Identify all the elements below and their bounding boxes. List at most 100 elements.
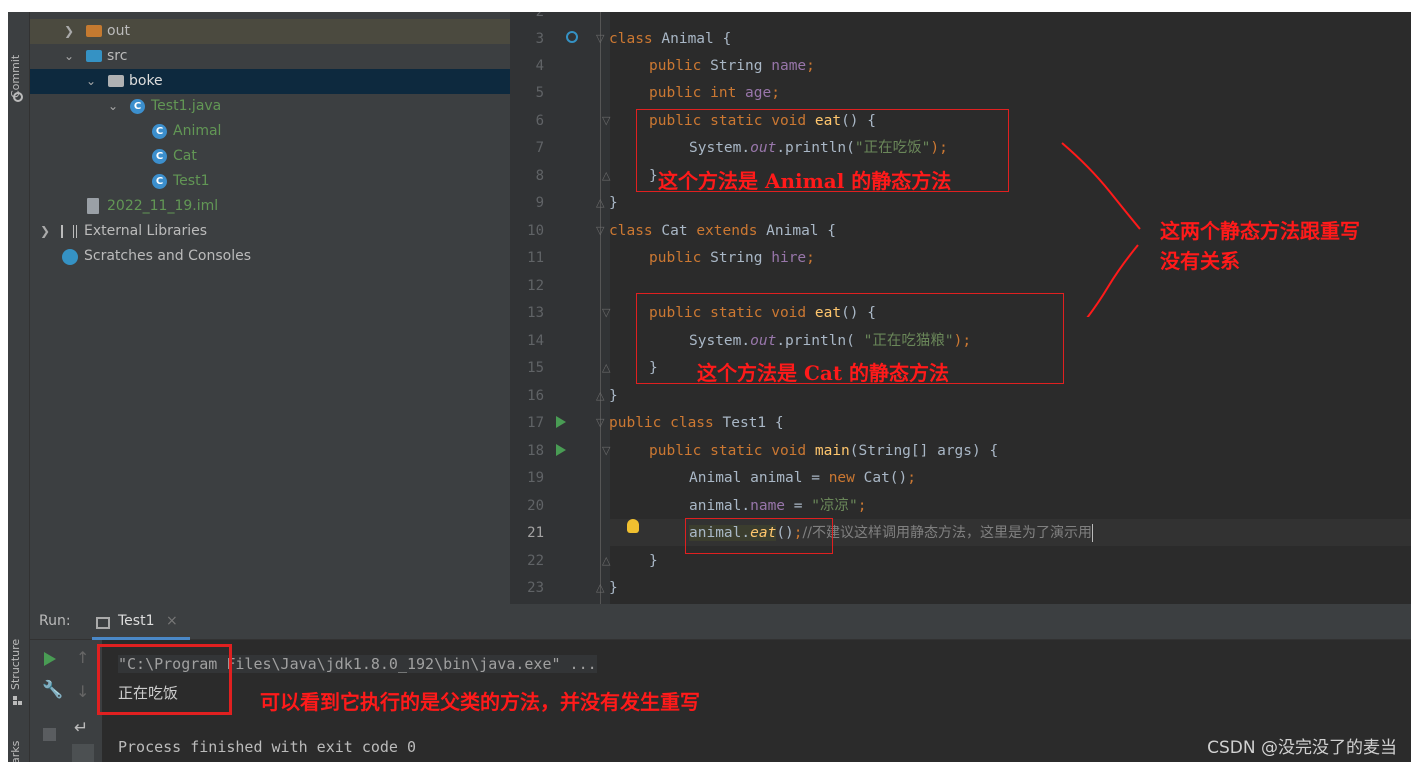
tree-item-animal[interactable]: C Animal	[30, 119, 510, 144]
chevron-down-icon[interactable]: ⌄	[84, 69, 98, 94]
line-number: 20	[527, 498, 544, 514]
line-number: 8	[535, 168, 544, 184]
code-editor[interactable]: 2 3 4 5 6 7 8 9 10 11 12 13 14 15 16 17 …	[510, 12, 1411, 604]
fold-icon[interactable]: △	[596, 581, 604, 594]
line-number: 5	[535, 85, 544, 101]
fold-icon[interactable]: △	[602, 554, 610, 567]
run-main-icon[interactable]	[556, 444, 566, 456]
tree-item-cat[interactable]: C Cat	[30, 144, 510, 169]
code-line-22: }	[649, 553, 658, 569]
chevron-right-icon[interactable]: ❯	[62, 19, 76, 44]
fold-icon[interactable]: △	[596, 389, 604, 402]
code-line-5: public int age;	[649, 85, 780, 101]
watermark: CSDN @没完没了的麦当	[1207, 738, 1397, 758]
fold-icon[interactable]: ▽	[602, 444, 610, 457]
wrench-icon[interactable]: 🔧	[42, 680, 63, 700]
line-number: 14	[527, 333, 544, 349]
fold-icon[interactable]: △	[596, 196, 604, 209]
chevron-down-icon[interactable]: ⌄	[62, 44, 76, 69]
animal-static-annotation: 这个方法是 Animal 的静态方法	[658, 169, 952, 193]
line-number: 3	[535, 31, 544, 47]
line-number-current: 21	[527, 525, 544, 541]
fold-icon[interactable]: △	[602, 361, 610, 374]
tree-item-label: 2022_11_19.iml	[107, 198, 219, 214]
code-line-11: public String hire;	[649, 250, 815, 266]
scroll-to-end-icon[interactable]	[72, 744, 94, 762]
tab-test1[interactable]: Test1 ×	[92, 608, 190, 640]
code-line-4: public String name;	[649, 58, 815, 74]
code-line-19: Animal animal = new Cat();	[689, 470, 917, 486]
class-icon: C	[152, 124, 167, 139]
runnable-class-icon: C	[152, 174, 167, 189]
run-panel: Run: Test1 × ↑ 🔧 ↓ ↵ "C:\Program Files\J…	[30, 604, 1411, 762]
eat-call-highlight-box	[685, 518, 833, 554]
code-line-9: }	[609, 195, 618, 211]
rerun-icon[interactable]	[44, 652, 56, 666]
text-caret	[1091, 524, 1093, 542]
code-line-17: public class Test1 {	[609, 415, 784, 431]
stop-icon[interactable]	[43, 728, 56, 741]
code-line-18: public static void main(String[] args) {	[649, 443, 999, 459]
line-number: 12	[527, 278, 544, 294]
project-panel: ❯ out ⌄ src ⌄ boke ⌄ C Test1.java C Anim…	[30, 12, 510, 604]
chevron-down-icon[interactable]: ⌄	[106, 94, 120, 119]
close-icon[interactable]: ×	[166, 613, 178, 629]
source-folder-icon	[86, 50, 102, 62]
line-number: 22	[527, 553, 544, 569]
tree-item-boke[interactable]: ⌄ boke	[30, 69, 510, 94]
line-number: 19	[527, 470, 544, 486]
left-tool-strip: Commit Structure arks	[8, 12, 30, 762]
tree-item-label: Animal	[173, 123, 222, 139]
implemented-marker-icon[interactable]	[566, 31, 578, 43]
tree-item-label: src	[107, 48, 128, 64]
up-arrow-icon[interactable]: ↑	[76, 648, 89, 667]
java-class-icon: C	[130, 99, 145, 114]
iml-file-icon	[87, 198, 99, 214]
structure-icon	[13, 696, 23, 706]
annotation-arrows	[1061, 142, 1141, 317]
package-icon	[108, 75, 124, 87]
run-toolbar: ↑ 🔧 ↓ ↵	[30, 640, 102, 762]
fold-icon[interactable]: ▽	[602, 306, 610, 319]
down-arrow-icon[interactable]: ↓	[76, 682, 89, 701]
tab-label: Test1	[118, 613, 155, 629]
fold-icon[interactable]: ▽	[596, 224, 604, 237]
fold-icon[interactable]: △	[602, 169, 610, 182]
line-number: 6	[535, 113, 544, 129]
tree-item-test1[interactable]: C Test1	[30, 169, 510, 194]
line-number: 18	[527, 443, 544, 459]
tree-item-out[interactable]: ❯ out	[30, 19, 510, 44]
not-override-annotation-line1: 这两个静态方法跟重写	[1160, 219, 1360, 243]
line-number: 2	[535, 12, 544, 20]
code-line-10: class Cat extends Animal {	[609, 223, 836, 239]
tree-item-iml[interactable]: 2022_11_19.iml	[30, 194, 510, 219]
chevron-right-icon[interactable]: ❯	[38, 219, 52, 244]
lightbulb-icon[interactable]	[627, 519, 639, 533]
libraries-icon	[61, 225, 77, 238]
tree-item-src[interactable]: ⌄ src	[30, 44, 510, 69]
fold-icon[interactable]: ▽	[596, 32, 604, 45]
fold-icon[interactable]: ▽	[602, 114, 610, 127]
tree-item-label: Test1	[173, 173, 210, 189]
line-number: 17	[527, 415, 544, 431]
tab-bookmarks[interactable]: arks	[9, 741, 22, 762]
tab-structure[interactable]: Structure	[9, 639, 22, 690]
console-icon	[96, 617, 110, 629]
line-number: 13	[527, 305, 544, 321]
tree-item-scratches[interactable]: Scratches and Consoles	[30, 244, 510, 269]
line-number: 16	[527, 388, 544, 404]
ide-window: Commit Structure arks ❯ out ⌄ src ⌄ boke…	[8, 12, 1411, 762]
console-line-exit: Process finished with exit code 0	[118, 738, 417, 756]
run-label: Run:	[39, 613, 71, 629]
soft-wrap-icon[interactable]: ↵	[74, 718, 88, 738]
code-line-16: }	[609, 388, 618, 404]
scratches-icon	[62, 249, 78, 265]
line-number: 4	[535, 58, 544, 74]
tree-item-test1-java[interactable]: ⌄ C Test1.java	[30, 94, 510, 119]
tree-item-label: Test1.java	[151, 98, 222, 114]
class-icon: C	[152, 149, 167, 164]
run-class-icon[interactable]	[556, 416, 566, 428]
line-number: 23	[527, 580, 544, 596]
tree-item-external-libraries[interactable]: ❯ External Libraries	[30, 219, 510, 244]
fold-icon[interactable]: ▽	[596, 416, 604, 429]
